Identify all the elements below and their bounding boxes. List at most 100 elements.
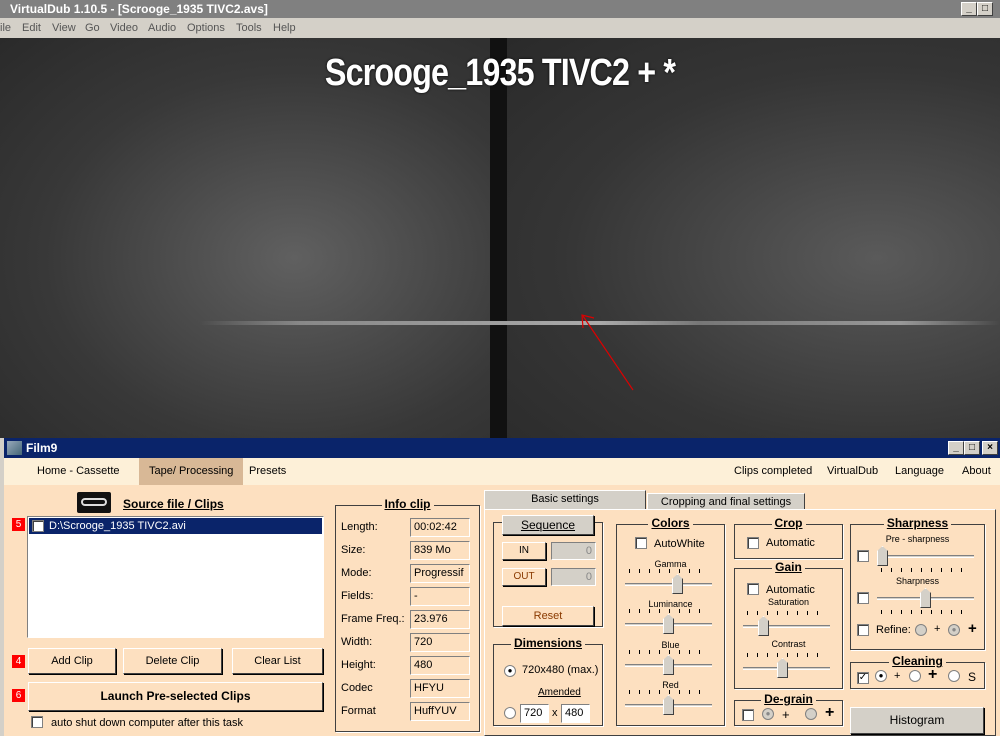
saturation-slider-thumb[interactable] [758,616,769,636]
cleaning-light-radio[interactable]: ● [875,670,887,682]
in-field[interactable]: 0 [551,542,596,560]
cleaning-strong-radio[interactable] [909,670,921,682]
blue-slider[interactable] [625,652,712,676]
gain-automatic-checkbox[interactable] [747,583,759,595]
refine-plus-bold-label: + [968,620,977,637]
menu-tape-processing[interactable]: Tape/ Processing [139,458,244,485]
menu-options[interactable]: Options [187,18,225,38]
virtualdub-title-bar: VirtualDub 1.10.5 - [Scrooge_1935 TIVC2.… [0,0,1000,18]
degrain-checkbox[interactable] [742,709,754,721]
max-size-radio[interactable]: ● [504,665,516,677]
degrain-light-radio[interactable]: ● [762,708,774,720]
film9-minimize-button[interactable]: _ [948,441,964,455]
sequence-button[interactable]: Sequence [502,515,594,535]
menu-language[interactable]: Language [885,458,954,485]
frame-detail [0,321,1000,325]
virtualdub-menu-bar: ile Edit View Go Video Audio Options Too… [0,18,1000,38]
info-label: Size: [341,544,366,556]
crop-automatic-checkbox[interactable] [747,537,759,549]
menu-about[interactable]: About [952,458,1000,485]
clear-list-button[interactable]: Clear List [232,648,323,674]
info-label: Length: [341,521,378,533]
clip-list-item[interactable]: D:\Scrooge_1935 TIVC2.avi [29,518,322,534]
crop-heading: Crop [771,516,806,530]
cleaning-plus-bold-label: + [928,666,938,683]
menu-video[interactable]: Video [110,18,138,38]
blue-label: Blue [661,640,680,650]
reset-button[interactable]: Reset [502,606,594,626]
basic-settings-panel: Sequence IN 0 OUT 0 Reset Dimensions ● 7… [484,509,996,736]
autowhite-checkbox[interactable] [635,537,647,549]
luminance-slider-thumb[interactable] [663,614,674,634]
menu-virtualdub[interactable]: VirtualDub [817,458,888,485]
menu-go[interactable]: Go [85,18,100,38]
cleaning-plus-label: + [894,670,901,682]
cleaning-s-radio[interactable] [948,670,960,682]
source-heading: Source file / Clips [123,497,224,511]
film9-close-button[interactable]: × [982,441,998,455]
menu-view[interactable]: View [52,18,76,38]
info-value: 00:02:42 [410,518,470,537]
in-button[interactable]: IN [502,542,546,560]
degrain-strong-radio[interactable] [805,708,817,720]
menu-edit[interactable]: Edit [22,18,41,38]
sharpness-checkbox[interactable] [857,592,869,604]
auto-shutdown-checkbox[interactable] [31,716,43,728]
maximize-button[interactable]: □ [977,2,993,16]
sharpness-slider[interactable] [877,585,974,609]
gain-group: Gain Automatic Saturation Contrast [734,560,843,689]
sharpness-slider-thumb[interactable] [920,588,931,608]
histogram-button[interactable]: Histogram [850,707,984,734]
pre-sharpness-slider[interactable] [877,543,974,567]
window-title: VirtualDub 1.10.5 - [Scrooge_1935 TIVC2.… [10,2,268,16]
info-label: Mode: [341,567,372,579]
height-input[interactable]: 480 [561,704,590,723]
cassette-icon [77,492,111,513]
contrast-slider-thumb[interactable] [777,658,788,678]
refine-light-radio[interactable] [915,624,927,636]
clip-checkbox[interactable] [32,520,44,532]
gamma-slider[interactable] [625,571,712,595]
refine-checkbox[interactable] [857,624,869,636]
saturation-slider[interactable] [743,613,830,637]
colors-group: Colors AutoWhite Gamma Luminance Blue Red [616,516,725,726]
pre-sharpness-checkbox[interactable] [857,550,869,562]
menu-home-cassette[interactable]: Home - Cassette [27,458,130,485]
red-slider[interactable] [625,692,712,716]
tab-cropping-final[interactable]: Cropping and final settings [647,493,805,510]
refine-plus-label: + [934,623,941,635]
menu-presets[interactable]: Presets [239,458,296,485]
info-value: 480 [410,656,470,675]
menu-clips-completed[interactable]: Clips completed [724,458,822,485]
menu-help[interactable]: Help [273,18,296,38]
degrain-heading: De-grain [761,692,816,706]
luminance-slider[interactable] [625,611,712,635]
delete-clip-button[interactable]: Delete Clip [123,648,222,674]
width-input[interactable]: 720 [520,704,549,723]
times-label: x [552,707,558,719]
refine-strong-radio[interactable]: ● [948,624,960,636]
gain-heading: Gain [772,560,805,574]
info-value: Progressif [410,564,470,583]
out-button[interactable]: OUT [502,568,546,586]
red-slider-thumb[interactable] [663,695,674,715]
launch-clips-button[interactable]: Launch Pre-selected Clips [28,682,323,711]
minimize-button[interactable]: _ [961,2,977,16]
gamma-label: Gamma [654,559,687,569]
out-field[interactable]: 0 [551,568,596,586]
menu-tools[interactable]: Tools [236,18,262,38]
saturation-label: Saturation [767,597,810,607]
pre-sharpness-slider-thumb[interactable] [877,546,888,566]
tab-basic-settings[interactable]: Basic settings [484,490,646,510]
menu-file[interactable]: ile [0,18,11,38]
add-clip-button[interactable]: Add Clip [28,648,116,674]
gamma-slider-thumb[interactable] [672,574,683,594]
cleaning-checkbox[interactable]: ✓ [857,672,869,684]
amended-radio[interactable] [504,707,516,719]
contrast-slider[interactable] [743,655,830,679]
menu-audio[interactable]: Audio [148,18,176,38]
film9-maximize-button[interactable]: □ [964,441,980,455]
clip-list[interactable]: D:\Scrooge_1935 TIVC2.avi [27,516,324,638]
blue-slider-thumb[interactable] [663,655,674,675]
info-value: - [410,587,470,606]
